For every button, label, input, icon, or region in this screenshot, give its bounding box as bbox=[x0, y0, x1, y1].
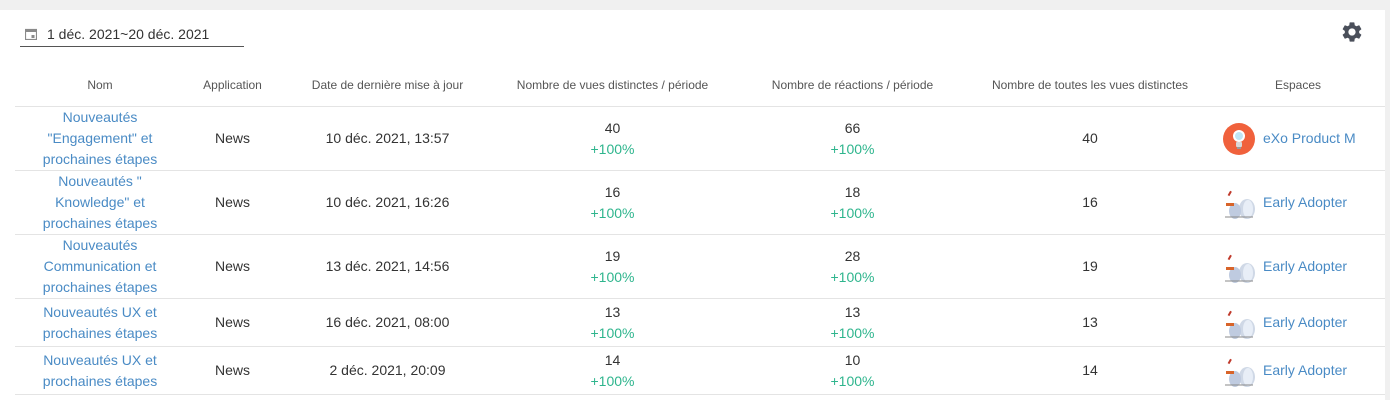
cell-last-update: 10 déc. 2021, 16:26 bbox=[280, 170, 495, 235]
cell-period-views: 40 +100% bbox=[495, 106, 730, 171]
space-link[interactable]: eXo Product M bbox=[1223, 122, 1385, 155]
news-title-link[interactable]: Nouveautés UX et prochaines étapes bbox=[25, 350, 175, 392]
reactions-value: 13 bbox=[844, 303, 861, 320]
column-header-period-reactions[interactable]: Nombre de réactions / période bbox=[730, 64, 975, 107]
cell-total-views: 16 bbox=[975, 170, 1205, 235]
space-name: eXo Product M bbox=[1263, 130, 1356, 146]
cell-space: Early Adopter bbox=[1205, 234, 1385, 299]
reactions-delta: +100% bbox=[830, 372, 875, 389]
table-row: Nouveautés UX et prochaines étapes News 16… bbox=[15, 298, 1385, 347]
cell-period-views: 19 +100% bbox=[495, 234, 730, 299]
cell-period-views: 16 +100% bbox=[495, 170, 730, 235]
reactions-delta: +100% bbox=[830, 204, 875, 221]
cell-application: News bbox=[185, 234, 280, 299]
table-row: Nouveautés "Engagement" et prochaines ét… bbox=[15, 106, 1385, 171]
early-adopters-avatar-icon bbox=[1223, 250, 1255, 283]
views-delta: +100% bbox=[590, 324, 635, 341]
views-value: 16 bbox=[604, 183, 621, 200]
views-value: 40 bbox=[604, 119, 621, 136]
column-header-name[interactable]: Nom bbox=[15, 64, 185, 107]
cell-space: Early Adopter bbox=[1205, 298, 1385, 347]
views-delta: +100% bbox=[590, 372, 635, 389]
cell-last-update: 13 déc. 2021, 14:56 bbox=[280, 234, 495, 299]
cell-application: News bbox=[185, 170, 280, 235]
reactions-delta: +100% bbox=[830, 140, 875, 157]
space-name: Early Adopter bbox=[1263, 258, 1348, 274]
column-header-total-views[interactable]: Nombre de toutes les vues distinctes bbox=[975, 64, 1205, 107]
cell-application: News bbox=[185, 346, 280, 395]
table-row: Nouveautés Communication et prochaines é… bbox=[15, 234, 1385, 299]
cell-period-reactions: 66 +100% bbox=[730, 106, 975, 171]
cell-name: Nouveautés UX et prochaines étapes bbox=[15, 346, 185, 395]
views-value: 13 bbox=[604, 303, 621, 320]
cell-total-views: 19 bbox=[975, 234, 1205, 299]
space-link[interactable]: Early Adopter bbox=[1223, 186, 1385, 219]
cell-period-reactions: 10 +100% bbox=[730, 346, 975, 395]
cell-space: Early Adopter bbox=[1205, 346, 1385, 395]
column-header-last-update[interactable]: Date de dernière mise à jour bbox=[280, 64, 495, 107]
news-title-link[interactable]: Nouveautés "Engagement" et prochaines ét… bbox=[25, 107, 175, 170]
cell-period-reactions: 28 +100% bbox=[730, 234, 975, 299]
analytics-panel: 1 déc. 2021~20 déc. 2021 Nom Application… bbox=[0, 10, 1385, 400]
cell-total-views: 14 bbox=[975, 346, 1205, 395]
early-adopters-avatar-icon bbox=[1223, 354, 1255, 387]
reactions-delta: +100% bbox=[830, 268, 875, 285]
calendar-icon bbox=[25, 28, 37, 40]
cell-application: News bbox=[185, 298, 280, 347]
space-name: Early Adopter bbox=[1263, 194, 1348, 210]
cell-total-views: 13 bbox=[975, 298, 1205, 347]
cell-name: Nouveautés " Knowledge" et prochaines ét… bbox=[15, 170, 185, 235]
news-title-link[interactable]: Nouveautés Communication et prochaines é… bbox=[25, 235, 175, 298]
cell-period-views: 14 +100% bbox=[495, 346, 730, 395]
cell-name: Nouveautés "Engagement" et prochaines ét… bbox=[15, 106, 185, 171]
table-row: Nouveautés " Knowledge" et prochaines ét… bbox=[15, 170, 1385, 235]
table-header-row: Nom Application Date de dernière mise à … bbox=[15, 64, 1385, 107]
reactions-value: 66 bbox=[844, 119, 861, 136]
cell-period-reactions: 13 +100% bbox=[730, 298, 975, 347]
views-delta: +100% bbox=[590, 204, 635, 221]
news-analytics-table: Nom Application Date de dernière mise à … bbox=[15, 64, 1385, 395]
views-delta: +100% bbox=[590, 268, 635, 285]
column-header-spaces[interactable]: Espaces bbox=[1205, 64, 1385, 107]
cell-period-views: 13 +100% bbox=[495, 298, 730, 347]
news-title-link[interactable]: Nouveautés " Knowledge" et prochaines ét… bbox=[25, 171, 175, 234]
column-header-application[interactable]: Application bbox=[185, 64, 280, 107]
early-adopters-avatar-icon bbox=[1223, 186, 1255, 219]
cell-last-update: 16 déc. 2021, 08:00 bbox=[280, 298, 495, 347]
cell-space: eXo Product M bbox=[1205, 106, 1385, 171]
gear-icon[interactable] bbox=[1340, 20, 1364, 44]
cell-name: Nouveautés Communication et prochaines é… bbox=[15, 234, 185, 299]
reactions-value: 28 bbox=[844, 247, 861, 264]
space-link[interactable]: Early Adopter bbox=[1223, 354, 1385, 387]
views-value: 19 bbox=[604, 247, 621, 264]
views-delta: +100% bbox=[590, 140, 635, 157]
early-adopters-avatar-icon bbox=[1223, 306, 1255, 339]
cell-total-views: 40 bbox=[975, 106, 1205, 171]
date-range-picker[interactable]: 1 déc. 2021~20 déc. 2021 bbox=[20, 22, 244, 47]
views-value: 14 bbox=[604, 351, 621, 368]
cell-last-update: 10 déc. 2021, 13:57 bbox=[280, 106, 495, 171]
table-row: Nouveautés UX et prochaines étapes News 2 … bbox=[15, 346, 1385, 395]
date-range-text: 1 déc. 2021~20 déc. 2021 bbox=[47, 26, 210, 42]
cell-space: Early Adopter bbox=[1205, 170, 1385, 235]
news-title-link[interactable]: Nouveautés UX et prochaines étapes bbox=[25, 302, 175, 344]
reactions-value: 10 bbox=[844, 351, 861, 368]
reactions-delta: +100% bbox=[830, 324, 875, 341]
cell-application: News bbox=[185, 106, 280, 171]
column-header-period-views[interactable]: Nombre de vues distinctes / période bbox=[495, 64, 730, 107]
space-name: Early Adopter bbox=[1263, 362, 1348, 378]
cell-period-reactions: 18 +100% bbox=[730, 170, 975, 235]
space-link[interactable]: Early Adopter bbox=[1223, 306, 1385, 339]
space-name: Early Adopter bbox=[1263, 314, 1348, 330]
lightbulb-avatar-icon bbox=[1223, 122, 1255, 155]
space-link[interactable]: Early Adopter bbox=[1223, 250, 1385, 283]
cell-name: Nouveautés UX et prochaines étapes bbox=[15, 298, 185, 347]
cell-last-update: 2 déc. 2021, 20:09 bbox=[280, 346, 495, 395]
reactions-value: 18 bbox=[844, 183, 861, 200]
